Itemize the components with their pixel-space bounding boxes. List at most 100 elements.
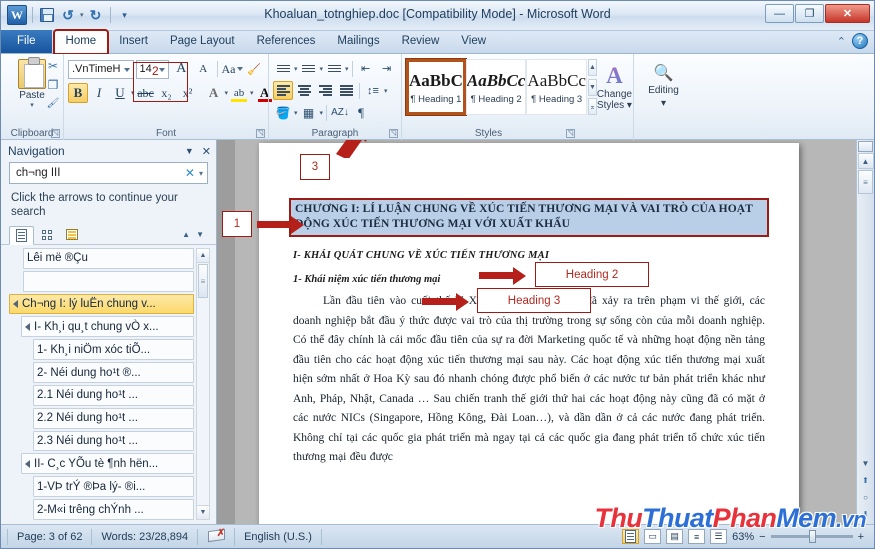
scrollbar-thumb[interactable]: ≡ <box>198 264 208 298</box>
multilevel-list-icon[interactable] <box>324 59 344 78</box>
search-input[interactable]: ch¬ng III ✕ ▾ <box>9 162 208 184</box>
navigation-dropdown-icon[interactable]: ▼ <box>185 146 194 156</box>
tab-references[interactable]: References <box>246 31 327 53</box>
results-view-tab[interactable] <box>59 225 84 244</box>
tab-mailings[interactable]: Mailings <box>326 31 390 53</box>
justify-icon[interactable] <box>336 81 356 100</box>
change-styles-button[interactable]: A Change Styles ▾ <box>597 59 632 115</box>
clear-search-icon[interactable]: ✕ <box>181 166 199 180</box>
list-item[interactable]: I- Kh¸i qu¸t chung vÒ x... <box>21 316 194 338</box>
numbering-dropdown-icon[interactable]: ▾ <box>320 65 324 73</box>
tab-file[interactable]: File <box>1 30 52 53</box>
highlight-dropdown-icon[interactable]: ▾ <box>250 89 254 97</box>
shrink-font-icon[interactable]: A <box>193 59 213 79</box>
minimize-button[interactable]: — <box>765 4 794 23</box>
list-item[interactable]: 1-VÞ trÝ ®Þa lý- ®i... <box>33 476 194 498</box>
format-painter-icon[interactable]: 🖌 <box>45 96 61 111</box>
tab-home[interactable]: Home <box>52 29 110 55</box>
document-scrollbar[interactable]: ▲ ≡ ▼ ⬆ ○ ⬇ <box>856 140 874 524</box>
numbering-icon[interactable] <box>299 59 319 78</box>
font-dialog-launcher[interactable]: ◹ <box>256 129 265 138</box>
align-right-icon[interactable] <box>315 81 335 100</box>
word-count[interactable]: Words: 23/28,894 <box>92 528 199 545</box>
style-heading-2[interactable]: AaBbCc ¶ Heading 2 <box>465 59 527 115</box>
increase-indent-icon[interactable]: ⇥ <box>377 59 397 78</box>
chevron-down-icon[interactable] <box>123 67 130 72</box>
find-binoculars-icon[interactable]: 🔍 <box>638 63 689 83</box>
align-center-icon[interactable] <box>294 81 314 100</box>
page-indicator[interactable]: Page: 3 of 62 <box>7 528 93 545</box>
list-item[interactable]: II- C¸c YÕu tè ¶nh h­ën... <box>21 453 194 475</box>
change-case-icon[interactable]: Aa <box>222 59 243 79</box>
close-button[interactable]: ✕ <box>825 4 870 23</box>
italic-button[interactable]: I <box>89 83 109 103</box>
body-paragraph[interactable]: Lần đầu tiên vào cuối thế kỉ XIX khủng h… <box>293 292 765 468</box>
bullets-icon[interactable] <box>273 59 293 78</box>
scroll-down-button[interactable]: ▼ <box>197 505 209 519</box>
decrease-indent-icon[interactable]: ⇤ <box>356 59 376 78</box>
heading-2-text[interactable]: I- KHÁI QUÁT CHUNG VỀ XÚC TIẾN THƯƠNG MẠ… <box>293 250 765 261</box>
bold-button[interactable]: B <box>68 83 88 103</box>
show-formatting-marks-icon[interactable]: ¶ <box>351 103 371 122</box>
tab-view[interactable]: View <box>450 31 497 53</box>
language-indicator[interactable]: English (U.S.) <box>235 528 322 545</box>
collapse-triangle-icon[interactable] <box>25 459 30 468</box>
styles-scroll-down[interactable]: ▼ <box>587 78 597 96</box>
scrollbar-track[interactable] <box>197 299 209 505</box>
borders-icon[interactable]: ▦ <box>299 103 319 122</box>
list-item[interactable]: Lêi më ®Çu <box>23 248 194 269</box>
clipboard-dialog-launcher[interactable]: ◹ <box>51 129 60 138</box>
copy-icon[interactable]: ❐ <box>45 77 61 92</box>
text-effects-icon[interactable]: A <box>204 83 224 103</box>
list-item[interactable]: 1- Kh¸i niÖm xóc tiÕ... <box>33 339 194 361</box>
paragraph-dialog-launcher[interactable]: ◹ <box>389 129 398 138</box>
editing-dropdown-icon[interactable]: ▾ <box>638 98 689 109</box>
sort-icon[interactable]: AZ↓ <box>330 103 350 122</box>
underline-button[interactable]: U <box>110 83 130 103</box>
scroll-up-button[interactable]: ▲ <box>197 249 209 263</box>
styles-more-button[interactable]: ⌅ <box>587 98 597 115</box>
line-spacing-icon[interactable]: ↕≡ <box>363 81 383 100</box>
zoom-slider[interactable] <box>770 530 853 543</box>
split-window-icon[interactable] <box>858 141 873 152</box>
styles-dialog-launcher[interactable]: ◹ <box>566 129 575 138</box>
headings-view-tab[interactable] <box>9 225 34 245</box>
cut-icon[interactable]: ✂ <box>45 58 61 73</box>
shading-dropdown-icon[interactable]: ▾ <box>294 109 298 117</box>
font-name-input[interactable]: .VnTimeH <box>68 59 134 79</box>
tab-insert[interactable]: Insert <box>108 31 159 53</box>
list-item[interactable] <box>23 270 194 292</box>
shading-icon[interactable]: 🪣 <box>273 103 293 122</box>
maximize-button[interactable]: ❐ <box>795 4 824 23</box>
tab-page-layout[interactable]: Page Layout <box>159 31 246 53</box>
scrollbar-thumb[interactable]: ≡ <box>858 170 873 194</box>
proofing-status[interactable] <box>198 526 236 546</box>
text-effects-dropdown-icon[interactable]: ▾ <box>225 89 229 97</box>
bullets-dropdown-icon[interactable]: ▾ <box>294 65 298 73</box>
search-options-icon[interactable]: ▾ <box>199 169 205 178</box>
collapse-triangle-icon[interactable] <box>13 300 18 309</box>
scroll-down-button[interactable]: ▼ <box>858 455 874 471</box>
tab-review[interactable]: Review <box>391 31 451 53</box>
style-heading-1[interactable]: AaBbC ¶ Heading 1 <box>405 58 467 116</box>
heading-3-text[interactable]: 1- Khái niệm xúc tiến thương mại <box>293 274 765 285</box>
list-item[interactable]: 2- Néi dung ho¹t ®... <box>33 362 194 383</box>
multilevel-dropdown-icon[interactable]: ▾ <box>345 65 349 73</box>
heading-1-block[interactable]: CHƯƠNG I: LÍ LUẬN CHUNG VỀ XÚC TIẾN THƯƠ… <box>289 198 769 237</box>
navigation-close-icon[interactable]: ✕ <box>202 145 211 158</box>
pages-view-tab[interactable] <box>34 225 59 244</box>
borders-dropdown-icon[interactable]: ▾ <box>320 109 324 117</box>
style-heading-3[interactable]: AaBbCc ¶ Heading 3 <box>526 59 587 115</box>
list-item[interactable]: 2.2 Néi dung ho¹t ... <box>33 407 194 429</box>
styles-scroll-up[interactable]: ▲ <box>587 59 597 76</box>
highlight-color-icon[interactable]: ab <box>229 83 249 103</box>
help-icon[interactable]: ? <box>852 33 868 49</box>
align-left-icon[interactable] <box>273 81 293 100</box>
navigation-scrollbar[interactable]: ▲ ≡ ▼ <box>196 248 210 520</box>
list-item[interactable]: 2.1 Néi dung ho¹t ... <box>33 384 194 406</box>
list-item[interactable]: 2-M«i tr­êng chÝnh ... <box>33 499 194 520</box>
line-spacing-dropdown-icon[interactable]: ▾ <box>384 87 388 95</box>
document-page[interactable]: CHƯƠNG I: LÍ LUẬN CHUNG VỀ XÚC TIẾN THƯƠ… <box>259 143 799 524</box>
list-item-selected[interactable]: Ch­¬ng I: lý luËn chung v... <box>9 293 194 315</box>
clear-formatting-icon[interactable]: 🧹 <box>244 59 264 79</box>
